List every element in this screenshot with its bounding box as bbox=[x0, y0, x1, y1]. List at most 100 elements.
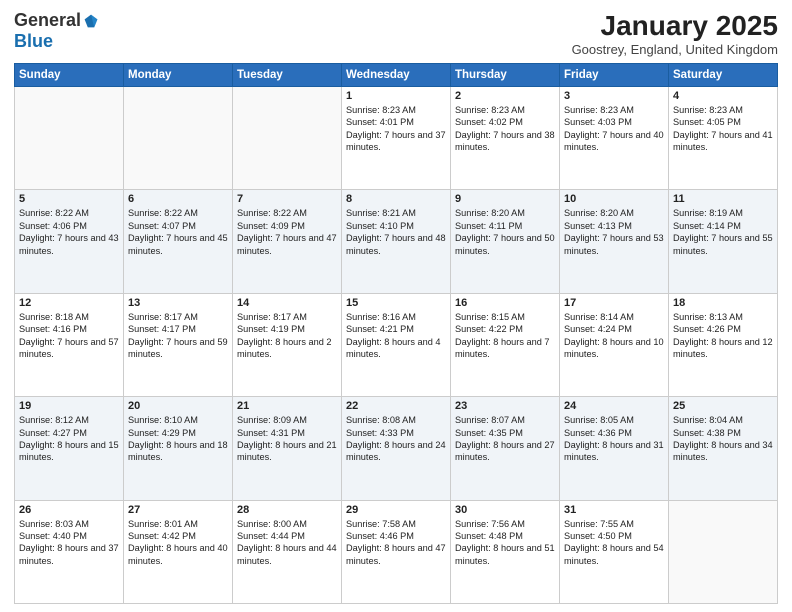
calendar-cell: 11 Sunrise: 8:19 AMSunset: 4:14 PMDayligh… bbox=[669, 190, 778, 293]
calendar-cell: 6 Sunrise: 8:22 AMSunset: 4:07 PMDaylight… bbox=[124, 190, 233, 293]
day-number: 27 bbox=[128, 504, 228, 516]
weekday-header-tuesday: Tuesday bbox=[233, 64, 342, 87]
cell-details: Sunrise: 8:12 AMSunset: 4:27 PMDaylight:… bbox=[19, 414, 119, 464]
cell-details: Sunrise: 8:23 AMSunset: 4:01 PMDaylight:… bbox=[346, 104, 446, 154]
cell-details: Sunrise: 8:14 AMSunset: 4:24 PMDaylight:… bbox=[564, 311, 664, 361]
day-number: 16 bbox=[455, 297, 555, 309]
calendar-cell: 17 Sunrise: 8:14 AMSunset: 4:24 PMDayligh… bbox=[560, 293, 669, 396]
header: General Blue January 2025 Goostrey, Engl… bbox=[14, 10, 778, 57]
day-number: 17 bbox=[564, 297, 664, 309]
cell-details: Sunrise: 8:22 AMSunset: 4:06 PMDaylight:… bbox=[19, 207, 119, 257]
calendar-cell: 23Sunrise: 8:07 AMSunset: 4:35 PMDayligh… bbox=[451, 397, 560, 500]
calendar-cell: 3 Sunrise: 8:23 AMSunset: 4:03 PMDaylight… bbox=[560, 87, 669, 190]
day-number: 28 bbox=[237, 504, 337, 516]
cell-details: Sunrise: 8:05 AMSunset: 4:36 PMDaylight:… bbox=[564, 414, 664, 464]
day-number: 26 bbox=[19, 504, 119, 516]
calendar-cell: 13Sunrise: 8:17 AMSunset: 4:17 PMDayligh… bbox=[124, 293, 233, 396]
cell-details: Sunrise: 8:22 AMSunset: 4:09 PMDaylight:… bbox=[237, 207, 337, 257]
weekday-header-thursday: Thursday bbox=[451, 64, 560, 87]
cell-details: Sunrise: 8:07 AMSunset: 4:35 PMDaylight:… bbox=[455, 414, 555, 464]
calendar-cell: 27 Sunrise: 8:01 AMSunset: 4:42 PMDayligh… bbox=[124, 500, 233, 603]
cell-details: Sunrise: 7:55 AMSunset: 4:50 PMDaylight:… bbox=[564, 518, 664, 568]
day-number: 25 bbox=[673, 400, 773, 412]
location-text: Goostrey, England, United Kingdom bbox=[572, 42, 778, 57]
calendar-cell: 4 Sunrise: 8:23 AMSunset: 4:05 PMDaylight… bbox=[669, 87, 778, 190]
calendar-cell: 1Sunrise: 8:23 AMSunset: 4:01 PMDaylight… bbox=[342, 87, 451, 190]
cell-details: Sunrise: 8:19 AMSunset: 4:14 PMDaylight:… bbox=[673, 207, 773, 257]
weekday-header-sunday: Sunday bbox=[15, 64, 124, 87]
logo-general-text: General bbox=[14, 10, 81, 31]
cell-details: Sunrise: 8:17 AMSunset: 4:19 PMDaylight:… bbox=[237, 311, 337, 361]
day-number: 15 bbox=[346, 297, 446, 309]
calendar-cell: 26 Sunrise: 8:03 AMSunset: 4:40 PMDayligh… bbox=[15, 500, 124, 603]
day-number: 7 bbox=[237, 193, 337, 205]
calendar-cell: 31 Sunrise: 7:55 AMSunset: 4:50 PMDayligh… bbox=[560, 500, 669, 603]
calendar-cell: 22 Sunrise: 8:08 AMSunset: 4:33 PMDayligh… bbox=[342, 397, 451, 500]
cell-details: Sunrise: 8:15 AMSunset: 4:22 PMDaylight:… bbox=[455, 311, 555, 361]
cell-details: Sunrise: 8:22 AMSunset: 4:07 PMDaylight:… bbox=[128, 207, 228, 257]
day-number: 3 bbox=[564, 90, 664, 102]
cell-details: Sunrise: 8:03 AMSunset: 4:40 PMDaylight:… bbox=[19, 518, 119, 568]
cell-details: Sunrise: 8:20 AMSunset: 4:11 PMDaylight:… bbox=[455, 207, 555, 257]
calendar-week-row: 19 Sunrise: 8:12 AMSunset: 4:27 PMDayligh… bbox=[15, 397, 778, 500]
weekday-header-monday: Monday bbox=[124, 64, 233, 87]
logo: General Blue bbox=[14, 10, 99, 52]
day-number: 9 bbox=[455, 193, 555, 205]
calendar-cell: 18 Sunrise: 8:13 AMSunset: 4:26 PMDayligh… bbox=[669, 293, 778, 396]
day-number: 19 bbox=[19, 400, 119, 412]
day-number: 18 bbox=[673, 297, 773, 309]
calendar-cell: 30 Sunrise: 7:56 AMSunset: 4:48 PMDayligh… bbox=[451, 500, 560, 603]
logo-icon bbox=[83, 13, 99, 29]
calendar-cell: 2Sunrise: 8:23 AMSunset: 4:02 PMDaylight… bbox=[451, 87, 560, 190]
cell-details: Sunrise: 8:04 AMSunset: 4:38 PMDaylight:… bbox=[673, 414, 773, 464]
day-number: 30 bbox=[455, 504, 555, 516]
calendar-cell bbox=[233, 87, 342, 190]
calendar-cell: 21 Sunrise: 8:09 AMSunset: 4:31 PMDayligh… bbox=[233, 397, 342, 500]
day-number: 11 bbox=[673, 193, 773, 205]
day-number: 14 bbox=[237, 297, 337, 309]
day-number: 12 bbox=[19, 297, 119, 309]
day-number: 22 bbox=[346, 400, 446, 412]
day-number: 8 bbox=[346, 193, 446, 205]
calendar-cell: 19 Sunrise: 8:12 AMSunset: 4:27 PMDayligh… bbox=[15, 397, 124, 500]
cell-details: Sunrise: 7:56 AMSunset: 4:48 PMDaylight:… bbox=[455, 518, 555, 568]
calendar-cell: 15Sunrise: 8:16 AMSunset: 4:21 PMDayligh… bbox=[342, 293, 451, 396]
weekday-header-row: SundayMondayTuesdayWednesdayThursdayFrid… bbox=[15, 64, 778, 87]
calendar-cell bbox=[15, 87, 124, 190]
cell-details: Sunrise: 8:08 AMSunset: 4:33 PMDaylight:… bbox=[346, 414, 446, 464]
day-number: 10 bbox=[564, 193, 664, 205]
day-number: 20 bbox=[128, 400, 228, 412]
day-number: 4 bbox=[673, 90, 773, 102]
calendar-cell: 20 Sunrise: 8:10 AMSunset: 4:29 PMDayligh… bbox=[124, 397, 233, 500]
cell-details: Sunrise: 8:21 AMSunset: 4:10 PMDaylight:… bbox=[346, 207, 446, 257]
calendar-cell: 9 Sunrise: 8:20 AMSunset: 4:11 PMDaylight… bbox=[451, 190, 560, 293]
cell-details: Sunrise: 8:17 AMSunset: 4:17 PMDaylight:… bbox=[128, 311, 228, 361]
cell-details: Sunrise: 8:23 AMSunset: 4:05 PMDaylight:… bbox=[673, 104, 773, 154]
cell-details: Sunrise: 8:09 AMSunset: 4:31 PMDaylight:… bbox=[237, 414, 337, 464]
cell-details: Sunrise: 8:00 AMSunset: 4:44 PMDaylight:… bbox=[237, 518, 337, 568]
calendar-week-row: 1Sunrise: 8:23 AMSunset: 4:01 PMDaylight… bbox=[15, 87, 778, 190]
calendar-week-row: 12 Sunrise: 8:18 AMSunset: 4:16 PMDayligh… bbox=[15, 293, 778, 396]
calendar-cell bbox=[124, 87, 233, 190]
cell-details: Sunrise: 8:18 AMSunset: 4:16 PMDaylight:… bbox=[19, 311, 119, 361]
calendar-week-row: 5 Sunrise: 8:22 AMSunset: 4:06 PMDaylight… bbox=[15, 190, 778, 293]
cell-details: Sunrise: 8:23 AMSunset: 4:03 PMDaylight:… bbox=[564, 104, 664, 154]
weekday-header-friday: Friday bbox=[560, 64, 669, 87]
day-number: 6 bbox=[128, 193, 228, 205]
calendar-cell: 25 Sunrise: 8:04 AMSunset: 4:38 PMDayligh… bbox=[669, 397, 778, 500]
page: General Blue January 2025 Goostrey, Engl… bbox=[0, 0, 792, 612]
day-number: 21 bbox=[237, 400, 337, 412]
calendar-cell: 24Sunrise: 8:05 AMSunset: 4:36 PMDayligh… bbox=[560, 397, 669, 500]
month-title: January 2025 bbox=[572, 10, 778, 42]
day-number: 5 bbox=[19, 193, 119, 205]
calendar-week-row: 26 Sunrise: 8:03 AMSunset: 4:40 PMDayligh… bbox=[15, 500, 778, 603]
cell-details: Sunrise: 8:10 AMSunset: 4:29 PMDaylight:… bbox=[128, 414, 228, 464]
cell-details: Sunrise: 8:01 AMSunset: 4:42 PMDaylight:… bbox=[128, 518, 228, 568]
calendar-cell: 29Sunrise: 7:58 AMSunset: 4:46 PMDayligh… bbox=[342, 500, 451, 603]
calendar-cell: 12 Sunrise: 8:18 AMSunset: 4:16 PMDayligh… bbox=[15, 293, 124, 396]
cell-details: Sunrise: 7:58 AMSunset: 4:46 PMDaylight:… bbox=[346, 518, 446, 568]
day-number: 31 bbox=[564, 504, 664, 516]
cell-details: Sunrise: 8:13 AMSunset: 4:26 PMDaylight:… bbox=[673, 311, 773, 361]
logo-blue-text: Blue bbox=[14, 31, 53, 52]
calendar-cell: 7 Sunrise: 8:22 AMSunset: 4:09 PMDaylight… bbox=[233, 190, 342, 293]
